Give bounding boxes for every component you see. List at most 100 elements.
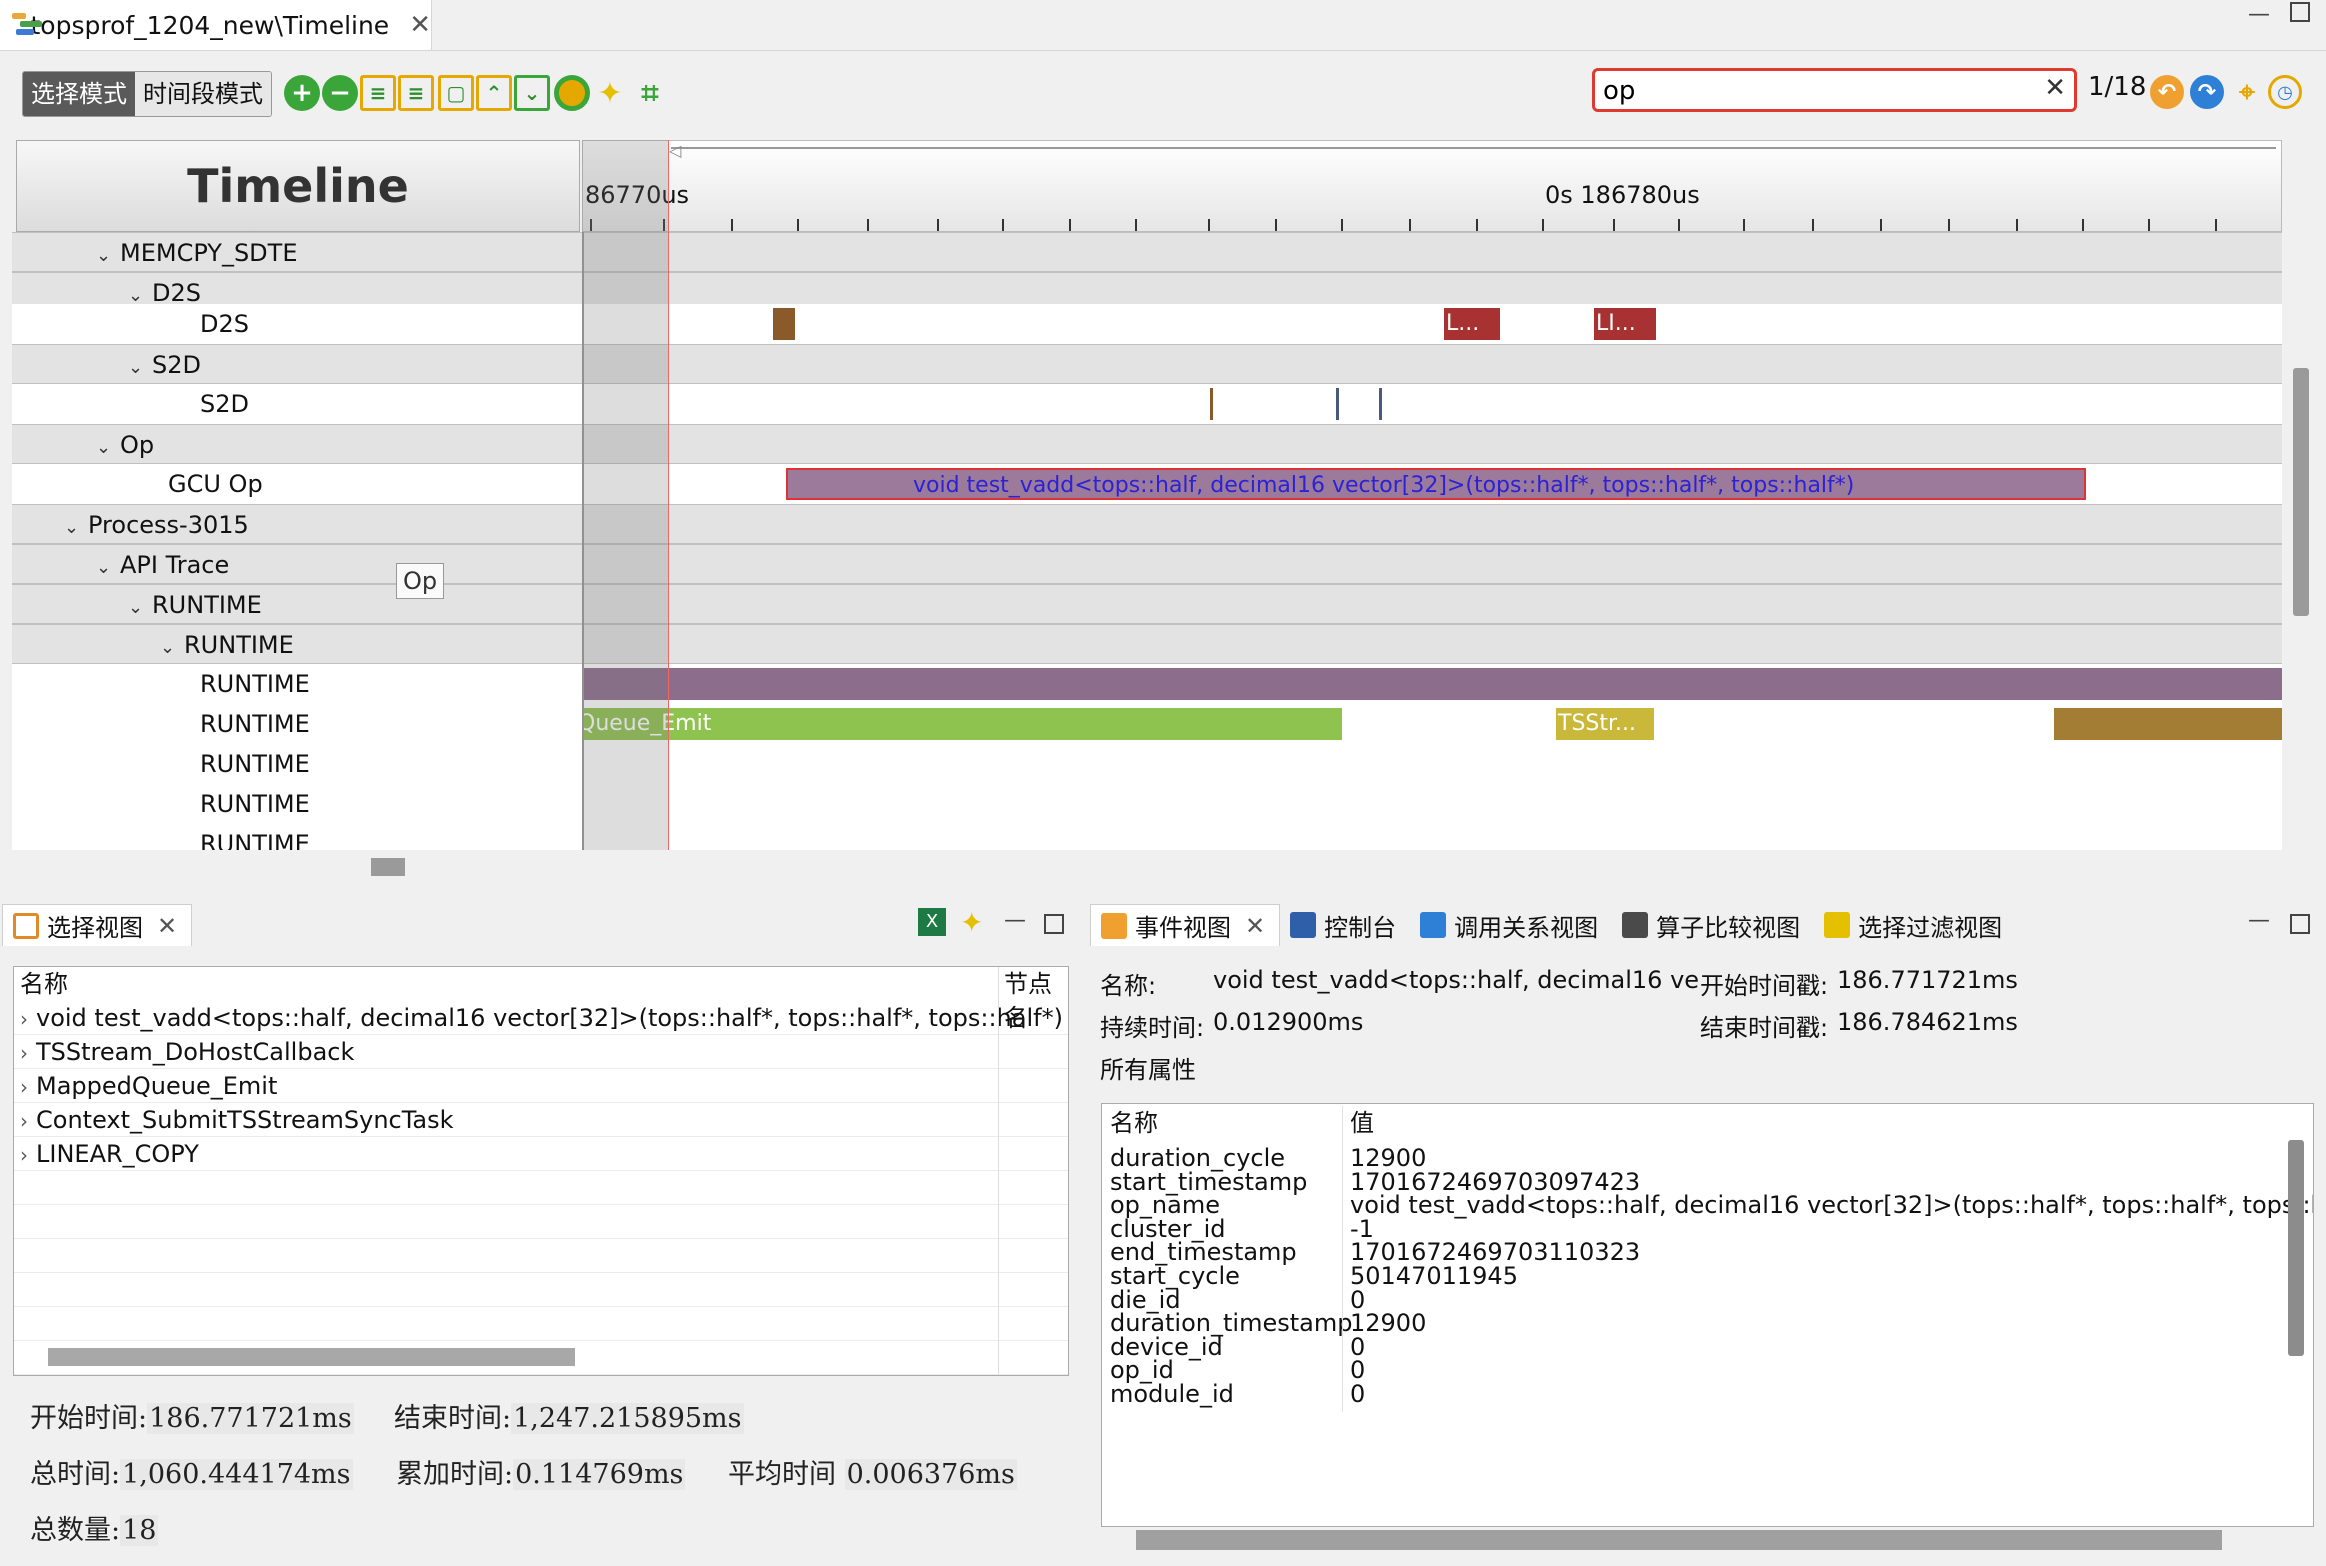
table-row[interactable]: › Context_SubmitTSStreamSyncTask (14, 1103, 1068, 1137)
maximize-icon[interactable] (2290, 914, 2310, 934)
runtime-event[interactable]: Queue_Emit (584, 708, 1342, 740)
gcu-op-event[interactable]: void test_vadd<tops::half, decimal16 vec… (786, 468, 2086, 500)
ruler-tick (867, 219, 869, 231)
vertical-scrollbar[interactable] (2293, 368, 2309, 616)
s2d-event[interactable] (1379, 388, 1382, 420)
tab-console[interactable]: 控制台 (1280, 904, 1410, 946)
memcpy-event[interactable]: L... (1444, 308, 1500, 340)
runtime-event[interactable]: TSStr... (1556, 708, 1654, 740)
track-row (584, 344, 2282, 384)
horizontal-scrollbar[interactable] (48, 1348, 575, 1366)
tree-row[interactable]: ⌄ RUNTIME (12, 624, 582, 664)
minimize-icon[interactable]: — (2248, 908, 2270, 933)
fit-view-icon[interactable]: ▢ (438, 75, 474, 111)
horizontal-scrollbar[interactable] (1136, 1530, 2222, 1550)
chevron-down-icon[interactable]: ⌄ (128, 348, 152, 388)
close-icon[interactable]: ✕ (409, 10, 431, 40)
search-input[interactable] (1603, 75, 2023, 107)
chevron-down-icon[interactable]: ⌄ (96, 548, 120, 588)
excel-export-icon[interactable]: X (918, 908, 946, 936)
time-range-mode-button[interactable]: 时间段模式 (135, 72, 271, 116)
tree-row[interactable]: ⌄ MEMCPY_SDTE (12, 232, 582, 272)
prop-name-header[interactable]: 名称 (1110, 1106, 1158, 1141)
close-icon[interactable]: ✕ (1245, 912, 1265, 940)
previous-match-icon[interactable]: ↶ (2150, 75, 2184, 109)
tree-row[interactable]: RUNTIME (12, 744, 582, 784)
chevron-down-icon[interactable]: ⌄ (96, 236, 120, 276)
table-row[interactable]: module_id 0 (1102, 1377, 2282, 1412)
chevron-right-icon[interactable]: › (20, 1075, 28, 1099)
s2d-event[interactable] (1336, 388, 1339, 420)
chevron-down-icon[interactable]: ⌄ (160, 628, 184, 668)
filter-icon[interactable]: ✦ (960, 906, 983, 939)
tree-row[interactable]: ⌄ Process-3015 (12, 504, 582, 544)
memcpy-event[interactable]: LI... (1594, 308, 1656, 340)
locate-icon[interactable]: ⌖ (2230, 75, 2264, 109)
refresh-icon[interactable] (554, 75, 590, 111)
maximize-icon[interactable] (2290, 2, 2310, 22)
tree-row[interactable]: RUNTIME (12, 664, 582, 704)
runtime-event[interactable] (584, 668, 2282, 700)
table-row[interactable]: › LINEAR_COPY (14, 1137, 1068, 1171)
chevron-down-icon[interactable]: ⌄ (96, 428, 120, 468)
align-top-icon[interactable]: ⌃ (476, 75, 512, 111)
tab-filter-view[interactable]: 选择过滤视图 (1814, 904, 2016, 946)
chevron-right-icon[interactable]: › (20, 1007, 28, 1031)
collapse-rows-icon[interactable]: ≡ (398, 75, 434, 111)
zoom-in-icon[interactable]: + (284, 75, 320, 111)
table-row[interactable] (14, 1239, 1068, 1273)
tree-row[interactable]: ⌄ Op (12, 424, 582, 464)
tab-selection-view[interactable]: 选择视图 ✕ (2, 904, 193, 946)
next-match-icon[interactable]: ↷ (2190, 75, 2224, 109)
chevron-right-icon[interactable]: › (20, 1109, 28, 1133)
chevron-down-icon[interactable]: ⌄ (64, 508, 88, 548)
table-row[interactable] (14, 1307, 1068, 1341)
tab-event-view[interactable]: 事件视图 ✕ (1090, 904, 1281, 946)
expand-rows-icon[interactable]: ≡ (360, 75, 396, 111)
table-row[interactable] (14, 1273, 1068, 1307)
tree-row[interactable]: RUNTIME (12, 824, 582, 850)
chevron-right-icon[interactable]: › (20, 1143, 28, 1167)
track-canvas[interactable]: L... LI...void test_vadd<tops::half, deci… (582, 232, 2282, 850)
tree-row[interactable]: ⌄ RUNTIME (12, 584, 582, 624)
select-mode-button[interactable]: 选择模式 (23, 72, 135, 116)
horizontal-scrollbar[interactable] (371, 858, 405, 876)
cursor-line (668, 140, 669, 850)
zoom-out-icon[interactable]: − (322, 75, 358, 111)
align-bottom-icon[interactable]: ⌄ (514, 75, 550, 111)
tab-op-compare[interactable]: 算子比较视图 (1612, 904, 1814, 946)
col-name-header[interactable]: 名称 (20, 967, 68, 1001)
maximize-icon[interactable] (1044, 914, 1064, 934)
chevron-right-icon[interactable]: › (20, 1041, 28, 1065)
minimize-icon[interactable]: — (1004, 908, 1026, 933)
table-row[interactable]: › void test_vadd<tops::half, decimal16 ve… (14, 1001, 1068, 1035)
chevron-down-icon[interactable]: ⌄ (128, 588, 152, 628)
tab-call-graph[interactable]: 调用关系视图 (1410, 904, 1612, 946)
tree-row[interactable]: ⌄ S2D (12, 344, 582, 384)
clock-icon[interactable]: ◷ (2268, 75, 2302, 109)
highlight-icon[interactable]: ✦ (592, 75, 628, 111)
network-icon[interactable]: ⌗ (632, 75, 668, 111)
table-row[interactable] (14, 1171, 1068, 1205)
editor-tab[interactable]: topsprof_1204_new\Timeline ✕ (0, 0, 432, 50)
tree-row[interactable]: ⌄ API Trace (12, 544, 582, 584)
tree-row-label: S2D (200, 390, 249, 418)
tree-row[interactable]: D2S (12, 304, 582, 344)
close-icon[interactable]: ✕ (157, 912, 177, 940)
tree-row[interactable]: GCU Op (12, 464, 582, 504)
table-row[interactable]: › TSStream_DoHostCallback (14, 1035, 1068, 1069)
table-row[interactable] (14, 1205, 1068, 1239)
prop-value-header[interactable]: 值 (1350, 1106, 1374, 1141)
track-row (584, 584, 2282, 624)
s2d-event[interactable] (1210, 388, 1213, 420)
tree-row[interactable]: S2D (12, 384, 582, 424)
clear-search-icon[interactable]: ✕ (2044, 73, 2066, 103)
table-row[interactable]: › MappedQueue_Emit (14, 1069, 1068, 1103)
tree-row[interactable]: RUNTIME (12, 704, 582, 744)
tree-row[interactable]: RUNTIME (12, 784, 582, 824)
minimize-icon[interactable]: — (2248, 2, 2270, 27)
time-ruler[interactable]: 86770us 0s 186780us ◁ (582, 140, 2282, 232)
vertical-scrollbar[interactable] (2288, 1140, 2304, 1356)
memcpy-event[interactable] (773, 308, 795, 340)
runtime-event[interactable] (2054, 708, 2282, 740)
